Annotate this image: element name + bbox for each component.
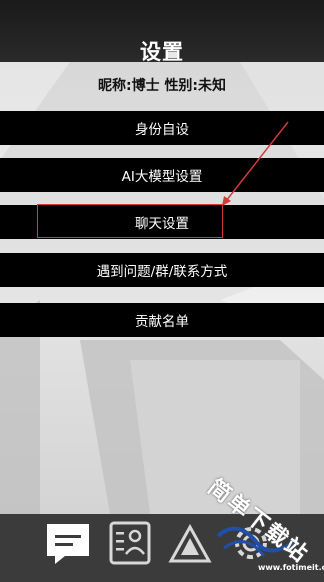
- menu-item-label: 贡献名单: [135, 314, 189, 330]
- gender-value: 未知: [198, 78, 227, 94]
- triangle-logo-icon[interactable]: [168, 524, 212, 564]
- menu-item-label: AI大模型设置: [121, 169, 203, 185]
- menu-item-label: 遇到问题/群/联系方式: [96, 264, 228, 280]
- menu-item-label: 聊天设置: [135, 216, 189, 232]
- menu-item-credits[interactable]: 贡献名单: [0, 303, 324, 337]
- menu-item-help-contact[interactable]: 遇到问题/群/联系方式: [0, 253, 324, 287]
- menu-item-chat-settings[interactable]: 聊天设置: [0, 205, 324, 239]
- profile-info: 昵称: 博士 性别: 未知: [0, 63, 324, 107]
- menu-item-identity[interactable]: 身份自设: [0, 111, 324, 145]
- contact-card-icon[interactable]: [107, 520, 153, 566]
- nickname-label: 昵称:: [97, 78, 132, 94]
- nickname-value: 博士: [131, 78, 160, 94]
- menu-item-label: 身份自设: [135, 122, 189, 138]
- chat-icon[interactable]: [43, 522, 93, 566]
- menu-item-ai-model[interactable]: AI大模型设置: [0, 158, 324, 192]
- page-title: 设置: [140, 40, 184, 64]
- gender-label: 性别:: [164, 78, 199, 94]
- watermark-url: www.fotimeit.com: [258, 563, 324, 572]
